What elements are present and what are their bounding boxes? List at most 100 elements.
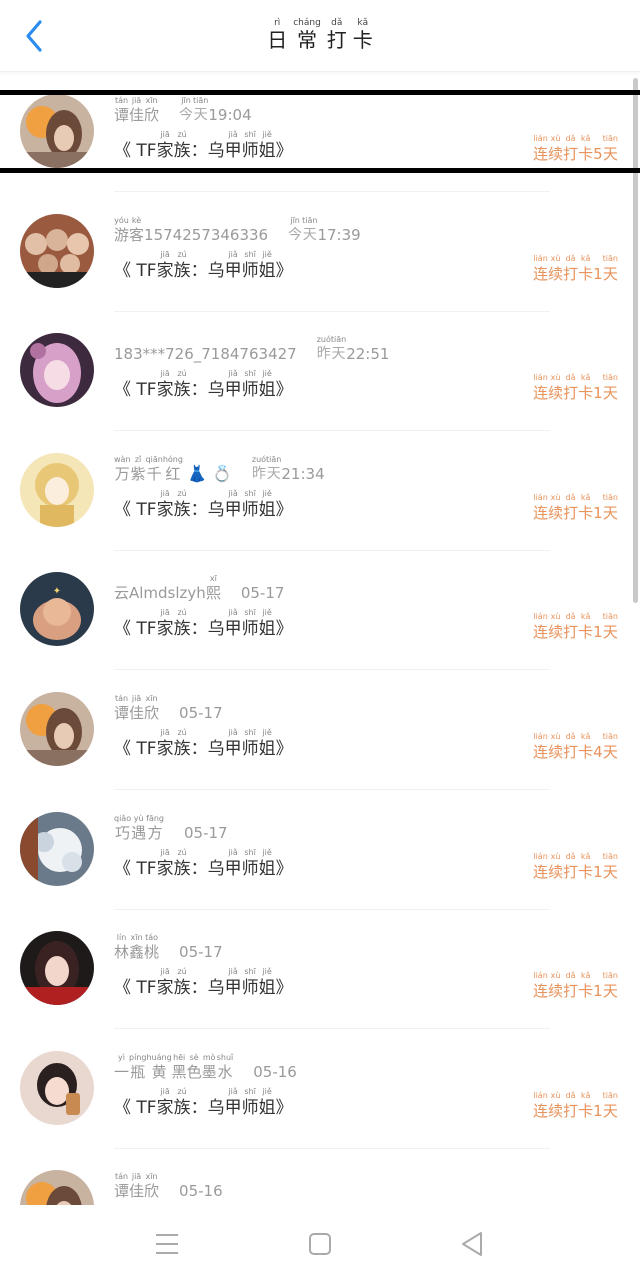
user-name[interactable]: tán 谭 jiā 佳 xīn 欣 <box>114 694 159 722</box>
pinyin: tán <box>114 96 129 105</box>
pinyin: jiě <box>262 967 272 977</box>
avatar[interactable] <box>20 811 94 886</box>
hanzi: 谭 <box>114 704 130 722</box>
avatar[interactable] <box>20 94 94 168</box>
topic-link[interactable]: 《 TF jiā 家 zú 族：乌 jiǎ 甲 shī 师 jiě 姐 》 <box>114 489 293 521</box>
hanzi: 家 <box>156 380 174 401</box>
plain-text: 《 TF <box>114 739 157 759</box>
list-item[interactable]: tán 谭 jiā 佳 xīn 欣 05-17 《 TF jiā 家 zú 族：乌 jiǎ 甲 shī 师 ji… <box>0 688 640 808</box>
hanzi: 卡 <box>578 743 594 761</box>
ruby-char: jiě 姐 <box>259 728 276 760</box>
user-name[interactable]: yóu 游 kè 客 1574257346336 <box>114 216 268 244</box>
nav-back-button[interactable] <box>452 1226 492 1262</box>
topic-link[interactable]: 《 TF jiā 家 zú 族：乌 jiǎ 甲 shī 师 jiě 姐 》 <box>114 369 293 401</box>
ruby-char: tiān 天 <box>603 852 618 882</box>
user-name[interactable]: qiǎo 巧 yù 遇 fāng 方 <box>114 814 164 842</box>
hanzi: 师 <box>241 141 259 161</box>
user-name[interactable]: 云Almdslzyh xī 熙 <box>114 574 221 602</box>
ruby-char: zú 族 <box>174 848 191 880</box>
hanzi: 连 <box>533 145 549 163</box>
list-item[interactable]: tán 谭 jiā 佳 xīn 欣 jīn 今 tiān 天 19:04 《 TF jiā 家 zú 族：乌… <box>0 90 640 210</box>
user-name[interactable]: 183***726_7184763427 <box>114 344 297 363</box>
ruby-char: jiǎ 甲 <box>225 848 242 880</box>
pinyin: cháng <box>293 18 321 28</box>
pinyin: tiān <box>602 971 618 981</box>
pinyin: kǎ <box>580 851 591 861</box>
streak-label: lián 连 xù 续 dǎ 打 kǎ 卡 4 tiān 天 <box>533 732 618 762</box>
hanzi: 续 <box>548 623 564 642</box>
row-divider <box>114 669 550 671</box>
pinyin: tiān <box>602 134 618 143</box>
pinyin: jiā <box>131 96 142 105</box>
list-item[interactable]: wàn 万 zǐ 紫 qiān 千 hóng 红 👗 💍 zuó 昨 tiān 天 21:34 《 TF j… <box>0 449 640 569</box>
pinyin: tiān <box>602 253 618 263</box>
list-item[interactable]: tán谭jiā佳xīn欣05-16《 TFjiā家zú族：乌jiǎ甲shī师ji… <box>0 1166 640 1205</box>
hanzi: 佳 <box>129 1182 145 1201</box>
hanzi: 续 <box>548 743 564 761</box>
avatar[interactable] <box>20 692 94 766</box>
avatar[interactable] <box>20 1050 94 1125</box>
ruby-char: xù 续 <box>548 852 563 882</box>
plain-text: 《 TF <box>114 499 157 520</box>
list-item[interactable]: lín 林 xīn 鑫 táo 桃 05-17 《 TF jiā 家 zú 族：乌 jiǎ 甲 shī 师 ji… <box>0 927 640 1047</box>
plain-text: 05-17 <box>184 823 228 842</box>
topic-link[interactable]: 《 TF jiā 家 zú 族：乌 jiǎ 甲 shī 师 jiě 姐 》 <box>114 250 293 282</box>
topic-link[interactable]: 《 TF jiā 家 zú 族：乌 jiǎ 甲 shī 师 jiě 姐 》 <box>114 967 293 999</box>
hanzi: 桃 <box>144 943 160 962</box>
pinyin: jīn <box>290 215 300 225</box>
pinyin: lián <box>533 253 548 263</box>
pinyin: shī <box>244 608 256 618</box>
pinyin: zǐ <box>134 454 142 464</box>
user-name[interactable]: wàn 万 zǐ 紫 qiān 千 hóng 红 <box>114 455 183 483</box>
ruby-char: zú 族 <box>174 369 191 401</box>
avatar[interactable] <box>20 213 94 288</box>
user-name[interactable]: lín 林 xīn 鑫 táo 桃 <box>114 933 160 962</box>
topic-link[interactable]: 《 TF jiā 家 zú 族：乌 jiǎ 甲 shī 师 jiě 姐 》 <box>114 130 293 162</box>
topic-link[interactable]: 《 TF jiā 家 zú 族：乌 jiǎ 甲 shī 师 jiě 姐 》 <box>114 728 293 760</box>
ruby-char: zú 族 <box>174 1087 191 1119</box>
hanzi: 师 <box>241 1097 259 1118</box>
hanzi: 师 <box>241 739 259 759</box>
hanzi: 天 <box>331 346 346 363</box>
ruby-char: hēi 黑 <box>172 1053 187 1081</box>
pinyin: lián <box>533 732 548 741</box>
avatar[interactable] <box>20 931 94 1006</box>
menu-button[interactable] <box>147 1226 187 1262</box>
avatar[interactable]: ✦ <box>20 572 94 647</box>
hanzi: 欣 <box>144 106 160 124</box>
user-name[interactable]: tán 谭 jiā 佳 xīn 欣 <box>114 1172 159 1201</box>
user-name[interactable]: yì 一 píng 瓶 huáng 黄 hēi 黑 sè 色 mò 墨 shuǐ 水 <box>114 1053 233 1081</box>
list-item[interactable]: ✦ 云Almdslzyh xī 熙 05-17 《 TF jiā 家 zú 族：乌 jiǎ 甲 shī 师… <box>0 568 640 688</box>
ruby-char: jiā 家 <box>157 967 174 999</box>
pinyin: jiā <box>160 967 170 977</box>
home-button[interactable] <box>300 1226 340 1262</box>
post-time: zuó 昨 tiān 天 22:51 <box>317 335 390 363</box>
menu-icon <box>156 1234 178 1254</box>
topic-link[interactable]: 《 TF jiā 家 zú 族：乌 jiǎ 甲 shī 师 jiě 姐 》 <box>114 848 293 880</box>
ruby-char: kè 客 <box>129 216 144 244</box>
list-item[interactable]: qiǎo 巧 yù 遇 fāng 方 05-17 《 TF jiā 家 zú 族：乌 jiǎ 甲 shī 师 j… <box>0 808 640 928</box>
avatar[interactable] <box>20 1170 94 1205</box>
user-name[interactable]: tán 谭 jiā 佳 xīn 欣 <box>114 96 160 124</box>
avatar[interactable] <box>20 452 94 527</box>
topic-link[interactable]: 《 TF jiā 家 zú 族：乌 jiǎ 甲 shī 师 jiě 姐 》 <box>114 1087 293 1119</box>
hanzi: 打 <box>563 743 579 761</box>
avatar[interactable] <box>20 333 94 408</box>
pinyin: tán <box>114 694 129 703</box>
hanzi: 姐 <box>258 739 276 759</box>
row-divider <box>114 1147 550 1149</box>
ruby-char: jiě 姐 <box>259 967 276 999</box>
pinyin: zú <box>177 130 187 139</box>
ruby-char: zú 族 <box>174 489 191 521</box>
user-meta: qiǎo 巧 yù 遇 fāng 方 05-17 <box>114 814 228 844</box>
ruby-char: zú 族 <box>174 608 191 640</box>
hanzi: 甲 <box>224 499 242 520</box>
list-item[interactable]: yóu 游 kè 客 1574257346336 jīn 今 tiān 天 17:39 《 TF j… <box>0 210 640 330</box>
ruby-char: fāng 方 <box>146 814 164 842</box>
pinyin: shī <box>244 728 256 737</box>
topic-link[interactable]: 《 TF jiā 家 zú 族：乌 jiǎ 甲 shī 师 jiě 姐 》 <box>114 608 293 640</box>
ruby-char: qiǎo 巧 <box>114 814 131 842</box>
list-item[interactable]: 183***726_7184763427 zuó 昨 tiān 天 22:51 《 TF j… <box>0 329 640 449</box>
list-item[interactable]: yì 一 píng 瓶 huáng 黄 hēi 黑 sè 色 mò 墨 shuǐ 水 05-16 《 TF ji… <box>0 1047 640 1167</box>
pinyin: jiǎ <box>228 249 238 259</box>
